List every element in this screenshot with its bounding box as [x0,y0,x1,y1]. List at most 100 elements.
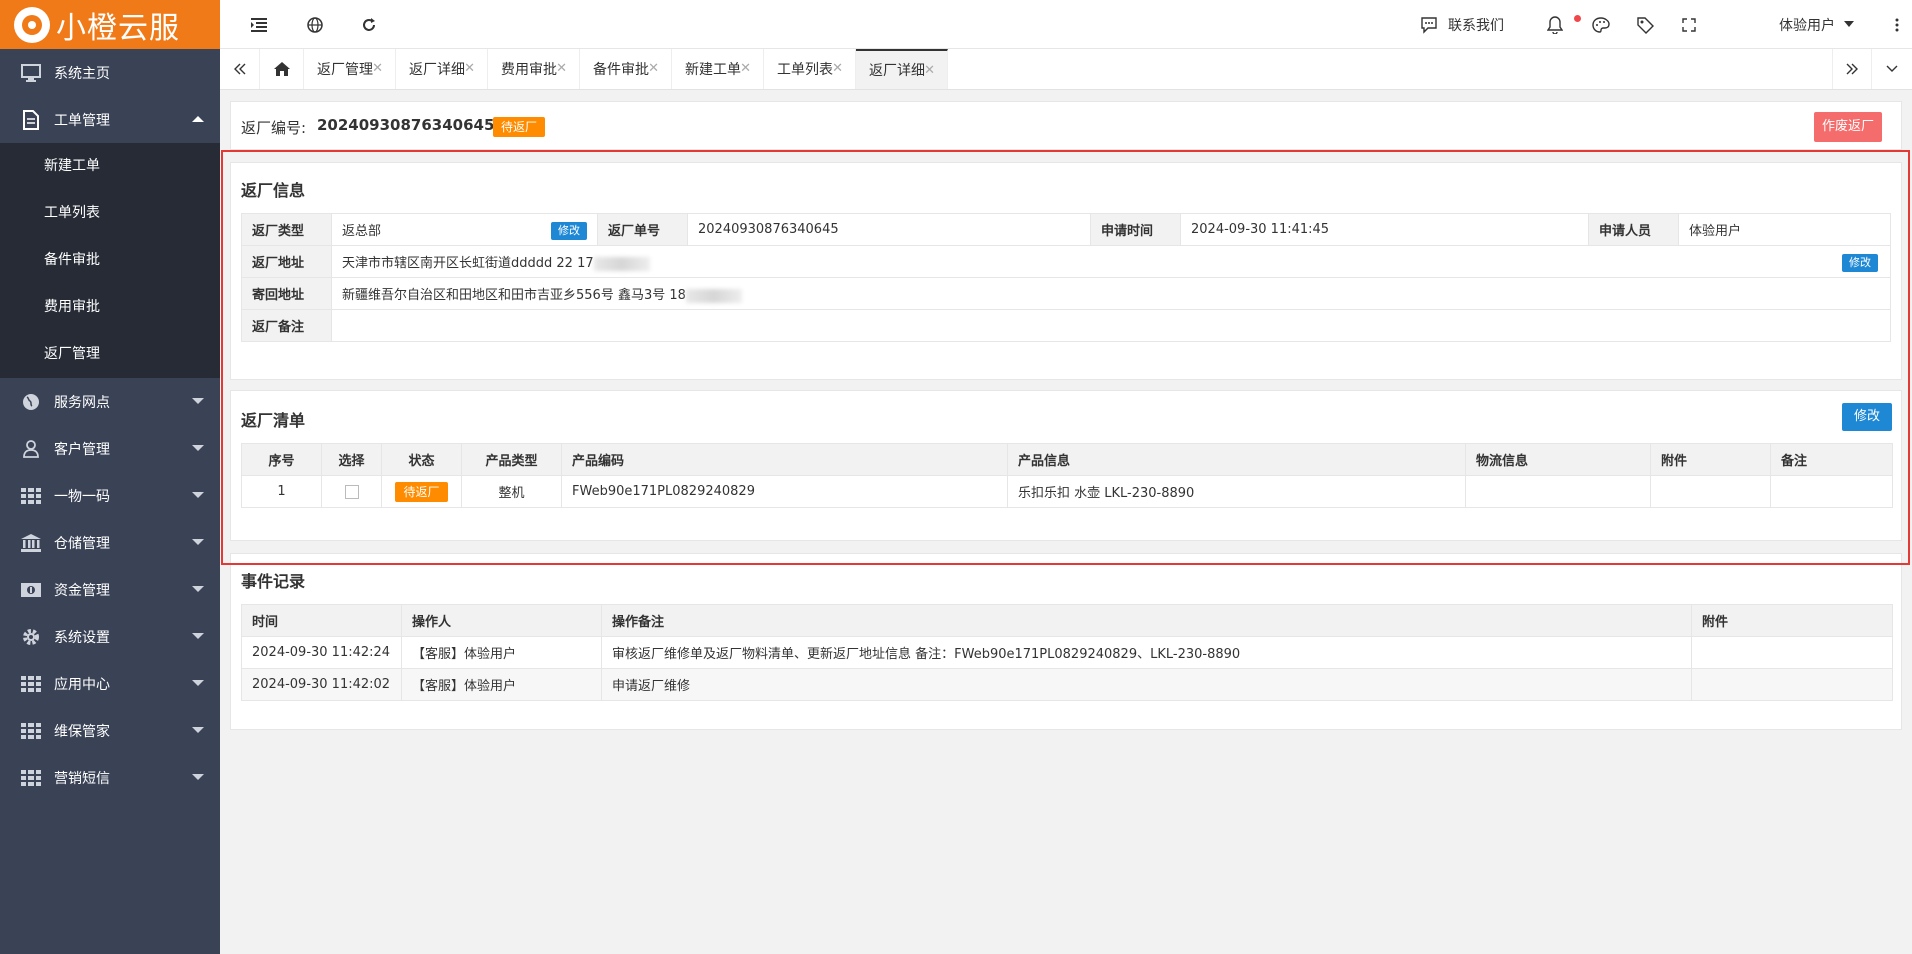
col-header: 选择 [321,443,382,476]
workorder-submenu: 新建工单 工单列表 备件审批 费用审批 返厂管理 [0,143,220,378]
chevron-down-icon [192,445,204,451]
tabs-scroll-left-icon[interactable] [220,49,260,89]
chevron-down-icon [192,492,204,498]
tabs-scroll-right-icon[interactable] [1832,49,1872,89]
tabs-menu-chevron-down-icon[interactable] [1872,49,1912,89]
address-value: 天津市市辖区南开区长虹街道ddddd 22 17 [342,256,594,271]
chevron-down-icon [1844,21,1854,27]
chevron-down-icon [192,539,204,545]
table-header-row: 时间 操作人 操作备注 附件 [241,604,1893,637]
status-badge: 待返厂 [493,117,546,137]
more-vertical-icon[interactable] [1886,14,1908,36]
chevron-down-icon [192,680,204,686]
sidebar-item-warehouse[interactable]: 仓储管理 [0,519,220,566]
event-attachment [1691,636,1893,669]
document-icon [20,109,42,130]
close-icon[interactable]: ✕ [372,61,383,76]
sidebar-item-customers[interactable]: 客户管理 [0,425,220,472]
close-icon[interactable]: ✕ [556,61,567,76]
void-return-button[interactable]: 作废返厂 [1814,112,1883,142]
bell-icon[interactable] [1544,14,1566,36]
close-icon[interactable]: ✕ [648,61,659,76]
tab-fee-approval[interactable]: 费用审批 ✕ [488,49,580,89]
sidebar-item-service-network[interactable]: 服务网点 [0,378,220,425]
contact-us-link[interactable]: 联系我们 [1448,15,1504,35]
applicant-label: 申请人员 [1588,213,1679,246]
submenu-item-parts-approval[interactable]: 备件审批 [0,237,220,284]
edit-type-button[interactable]: 修改 [551,222,587,240]
note-label: 返厂备注 [241,309,332,342]
sidebar-item-label: 一物一码 [54,488,110,505]
chat-icon[interactable] [1418,14,1440,36]
status-badge: 待返厂 [395,481,448,502]
sidebar-item-label: 系统主页 [54,65,110,82]
logo-icon [14,6,50,43]
fullscreen-icon[interactable] [1678,14,1700,36]
menu-toggle-icon[interactable] [248,14,270,36]
tag-icon[interactable] [1634,14,1656,36]
edit-address-button[interactable]: 修改 [1842,254,1878,272]
sidebar-item-app-center[interactable]: 应用中心 [0,660,220,707]
brand-name: 小橙云服 [56,10,180,46]
sidebar-item-workorder[interactable]: 工单管理 [0,96,220,143]
col-header: 产品信息 [1007,443,1466,476]
sidebar-item-sms[interactable]: 营销短信 [0,754,220,801]
close-icon[interactable]: ✕ [832,61,843,76]
type-value: 返总部 [342,224,382,239]
col-header: 操作人 [401,604,602,637]
submenu-item-return-mgmt[interactable]: 返厂管理 [0,331,220,378]
row-product-code: FWeb90e171PL0829240829 [561,475,1008,508]
palette-icon[interactable] [1590,14,1612,36]
tab-order-list[interactable]: 工单列表 ✕ [764,49,856,89]
row-note [1770,475,1893,508]
event-operator: 【客服】体验用户 [401,636,602,669]
section-title: 返厂信息 [241,181,306,200]
close-icon[interactable]: ✕ [464,61,475,76]
globe-icon[interactable] [304,14,326,36]
submenu-item-fee-approval[interactable]: 费用审批 [0,284,220,331]
sidebar-item-home[interactable]: 系统主页 [0,49,220,96]
logo[interactable]: 小橙云服 [0,0,220,49]
sidebar-item-label: 维保管家 [54,723,110,740]
return-number-label: 返厂编号: [241,119,307,137]
user-icon [20,439,42,459]
edit-list-button[interactable]: 修改 [1842,403,1892,431]
address-label: 返厂地址 [241,245,332,278]
return-info-card: 返厂信息 返厂类型 返总部 修改 返厂单号 20240930876340645 … [230,162,1902,380]
col-header: 产品编码 [561,443,1008,476]
chevron-down-icon [192,633,204,639]
top-bar: 联系我们 体验用户 [220,0,1912,49]
row-select-cell [321,475,382,508]
submenu-item-new-order[interactable]: 新建工单 [0,143,220,190]
col-header: 状态 [381,443,462,476]
tab-return-detail[interactable]: 返厂详细 ✕ [396,49,488,89]
sidebar-item-maintenance[interactable]: 维保管家 [0,707,220,754]
tab-label: 返厂管理 [317,62,373,78]
redacted-phone [593,256,650,271]
sidebar-item-funds[interactable]: 资金管理 [0,566,220,613]
sidebar: 小橙云服 系统主页 工单管理 新建工单 工单列表 备件审批 费用审批 返厂管理 … [0,0,220,954]
submenu-item-order-list[interactable]: 工单列表 [0,190,220,237]
note-value [331,309,1891,342]
sidebar-item-settings[interactable]: 系统设置 [0,613,220,660]
user-menu[interactable]: 体验用户 [1779,15,1835,35]
tab-return-detail-active[interactable]: 返厂详细 ✕ [856,49,948,89]
tab-new-order[interactable]: 新建工单 ✕ [672,49,764,89]
row-checkbox[interactable] [344,484,359,499]
sidebar-item-one-code[interactable]: 一物一码 [0,472,220,519]
row-product-info: 乐扣乐扣 水壶 LKL-230-8890 [1007,475,1466,508]
globe-icon [20,392,42,412]
refresh-icon[interactable] [358,14,380,36]
row-attachment [1650,475,1771,508]
col-header: 附件 [1691,604,1893,637]
close-icon[interactable]: ✕ [740,61,751,76]
table-row: 2024-09-30 11:42:24 【客服】体验用户 审核返厂维修单及返厂物… [241,636,1893,669]
tab-parts-approval[interactable]: 备件审批 ✕ [580,49,672,89]
tab-return-mgmt[interactable]: 返厂管理 ✕ [304,49,396,89]
tab-home[interactable] [260,49,304,89]
home-icon [273,62,290,76]
return-info-table: 返厂类型 返总部 修改 返厂单号 20240930876340645 申请时间 … [241,213,1891,342]
close-icon[interactable]: ✕ [924,63,935,78]
gear-icon [20,627,42,647]
table-row: 1 待返厂 整机 FWeb90e171PL0829240829 乐扣乐扣 水壶 … [241,475,1893,508]
